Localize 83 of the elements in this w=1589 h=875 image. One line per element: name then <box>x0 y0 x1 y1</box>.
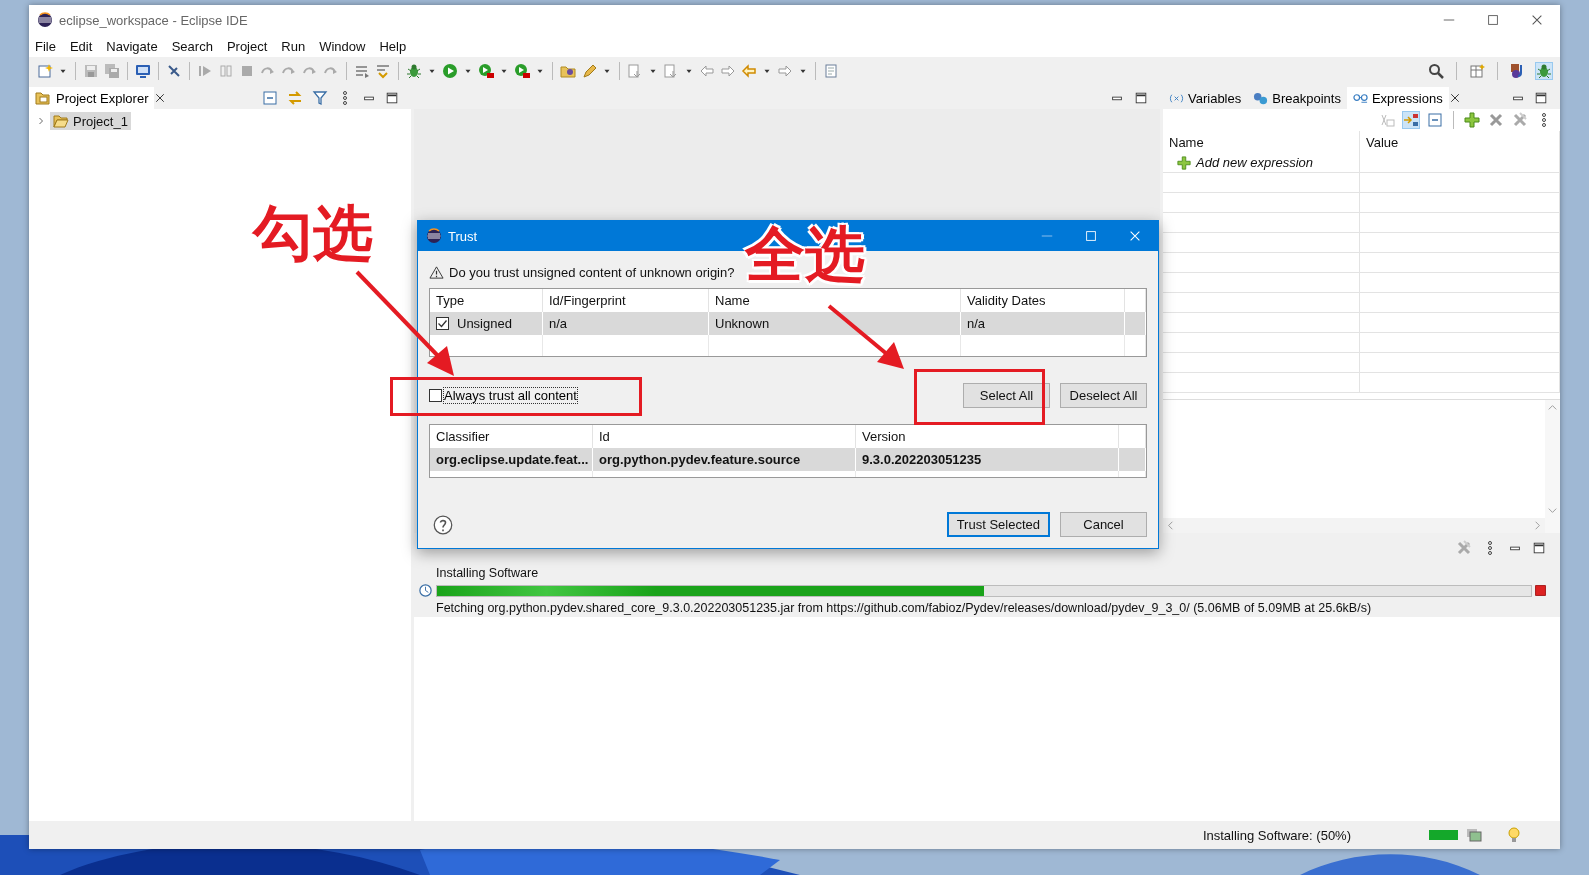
add-icon <box>1177 155 1191 170</box>
run-external-icon[interactable] <box>478 62 494 79</box>
progress-detail: Fetching org.python.pydev.shared_core_9.3.0.202203051235.jar from https://github.com/fabioz/Pydev/releases/download/pydev_9_3_0/ (5.06MB of 5.09MB at 25.6kB/s) <box>436 601 1373 615</box>
warning-icon <box>429 265 444 280</box>
table-cell[interactable]: org.eclipse.update.feat... <box>430 448 593 471</box>
close-icon[interactable] <box>154 92 167 104</box>
new-document-icon[interactable] <box>37 62 53 79</box>
breakpoints-icon <box>1253 90 1269 106</box>
bug-icon[interactable] <box>406 62 422 79</box>
progress-title: Installing Software <box>436 566 540 580</box>
add-icon[interactable] <box>1464 112 1480 128</box>
menu-item[interactable]: Run <box>281 38 306 54</box>
save-icon[interactable] <box>83 62 99 79</box>
table-cell: n/a <box>543 312 709 335</box>
checkbox[interactable] <box>429 389 442 402</box>
save-all-icon[interactable] <box>104 62 120 79</box>
always-trust-checkbox[interactable]: Always trust all content <box>429 388 577 403</box>
open-perspective-icon[interactable] <box>1469 62 1485 79</box>
back-icon[interactable] <box>741 62 757 79</box>
menu-item[interactable]: Window <box>319 38 366 54</box>
maximize-icon[interactable] <box>1532 541 1546 555</box>
clock-icon <box>418 583 433 598</box>
menu-item[interactable]: Edit <box>69 38 93 54</box>
tree-item[interactable]: Project_1 <box>50 112 131 130</box>
column-header[interactable]: Name <box>1163 131 1360 153</box>
selection-button[interactable]: Deselect All <box>1060 383 1147 408</box>
document-arrow-icon[interactable] <box>663 62 679 79</box>
question-text: Do you trust unsigned content of unknown origin? <box>449 265 735 280</box>
status-text: Installing Software: (50%) <box>1202 827 1351 843</box>
remove-all-icon[interactable] <box>1512 112 1528 128</box>
table-cell[interactable]: org.python.pydev.feature.source <box>593 448 856 471</box>
remove-all-icon[interactable] <box>1456 540 1472 556</box>
expression-icon[interactable] <box>1379 112 1395 128</box>
view-tab[interactable]: Expressions <box>1346 87 1449 109</box>
window-title: eclipse_workspace - Eclipse IDE <box>59 12 248 28</box>
link-arrows-icon[interactable] <box>287 90 303 106</box>
menu-item[interactable]: File <box>35 38 56 54</box>
table-cell: Unknown <box>709 312 961 335</box>
eclipse-logo-icon <box>37 12 53 28</box>
annotation-label: 勾选 <box>253 203 373 263</box>
view-tab[interactable]: Project Explorer <box>29 87 155 109</box>
selection-button[interactable]: Select All <box>963 383 1050 408</box>
search-icon[interactable] <box>1428 62 1444 79</box>
pen-icon[interactable] <box>581 62 597 79</box>
collapse-all-icon[interactable] <box>1427 112 1443 128</box>
dialog-title: Trust <box>448 228 478 244</box>
filter-icon[interactable] <box>312 90 328 106</box>
column-header[interactable]: Value <box>1360 131 1560 153</box>
menu-item[interactable]: Help <box>379 38 407 54</box>
collapse-all-icon[interactable] <box>262 90 278 106</box>
menu-item[interactable]: Project <box>226 38 268 54</box>
monitor-icon[interactable] <box>135 62 151 79</box>
stop-icon[interactable] <box>1534 584 1547 597</box>
menu-item[interactable]: Navigate <box>106 38 158 54</box>
add-expression-row[interactable]: Add new expression <box>1177 155 1314 170</box>
remove-icon[interactable] <box>1488 112 1504 128</box>
table-cell: n/a <box>961 312 1125 335</box>
table-cell[interactable]: 9.3.0.202203051235 <box>856 448 1119 471</box>
close-icon[interactable] <box>1448 92 1461 104</box>
dialog-button[interactable]: Trust Selected <box>946 512 1050 537</box>
folder-icon <box>53 113 69 129</box>
document-icon[interactable] <box>823 62 839 79</box>
menu-item[interactable]: Search <box>171 38 213 54</box>
tree-layout-icon[interactable] <box>1403 112 1419 128</box>
document-arrow-icon[interactable] <box>627 62 643 79</box>
checkbox[interactable] <box>436 317 449 330</box>
arrows-icon[interactable] <box>375 62 391 79</box>
help-icon[interactable] <box>433 514 453 535</box>
stacked-windows-icon[interactable] <box>1466 827 1482 843</box>
dialog-button[interactable]: Cancel <box>1060 512 1147 537</box>
scrollbar[interactable] <box>1545 400 1560 533</box>
run-icon[interactable] <box>442 62 458 79</box>
scrollbar[interactable] <box>1163 518 1545 533</box>
table-row-cell[interactable]: Unsigned <box>430 312 543 335</box>
maximize-icon[interactable] <box>1534 91 1548 105</box>
close-icon[interactable] <box>1530 13 1544 27</box>
maximize-icon[interactable] <box>1134 91 1148 105</box>
bug-icon[interactable] <box>1536 62 1552 79</box>
folder-icon <box>35 90 51 106</box>
maximize-icon[interactable] <box>385 91 399 105</box>
eclipse-logo-icon <box>426 228 442 244</box>
light-bulb-icon[interactable] <box>1506 827 1522 843</box>
run-external-icon[interactable] <box>514 62 530 79</box>
